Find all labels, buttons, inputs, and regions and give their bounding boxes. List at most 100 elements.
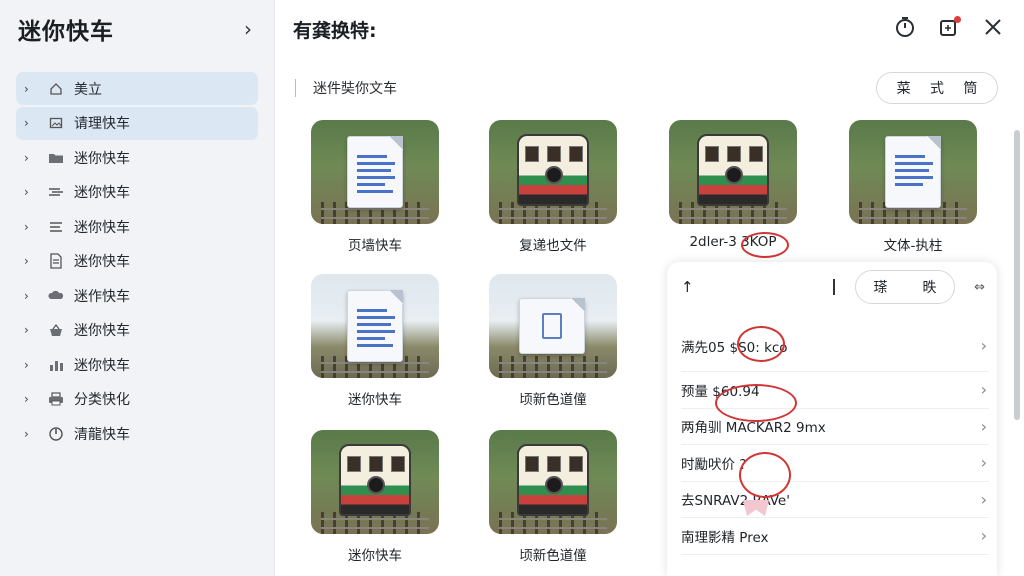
expand-arrow-icon[interactable]: › <box>24 289 38 303</box>
file-tile[interactable]: 顷新色道僮 <box>489 274 617 408</box>
sidebar-item-2[interactable]: › 迷你快车 <box>16 141 258 174</box>
basket-icon <box>48 322 64 338</box>
detail-row[interactable]: 时勵吠价 ? › <box>681 445 989 482</box>
chevron-right-icon[interactable]: › <box>981 453 987 472</box>
row-label: 南理影精 <box>681 529 735 546</box>
chevron-right-icon[interactable]: › <box>981 417 987 436</box>
network-icon <box>48 184 64 200</box>
tile-label: 复递也文件 <box>519 238 587 254</box>
header-actions <box>892 14 1006 40</box>
sidebar-item-label: 清龍快车 <box>74 426 130 443</box>
expand-arrow-icon[interactable]: › <box>24 358 38 372</box>
thumbnail <box>311 430 439 534</box>
file-tile[interactable]: 2dler-3 3KOP <box>669 120 797 250</box>
expand-arrow-icon[interactable]: › <box>24 185 38 199</box>
expand-arrow-icon[interactable]: › <box>24 392 38 406</box>
chevron-right-icon[interactable]: › <box>981 336 987 355</box>
row-value: ? <box>739 456 747 473</box>
sidebar-item-0[interactable]: › 美立 <box>16 72 258 105</box>
segment-option[interactable]: 瑹 <box>874 277 888 297</box>
tile-label: 页墙快车 <box>348 238 402 254</box>
rails-graphic <box>499 356 607 378</box>
tile-label: 顷新色道僮 <box>519 548 587 564</box>
chevron-right-icon[interactable]: › <box>981 490 987 509</box>
thumbnail <box>489 120 617 224</box>
expand-arrow-icon[interactable]: › <box>24 116 38 130</box>
gauge-icon <box>48 426 64 442</box>
tile-label: 2dler-3 3KOP <box>689 234 777 250</box>
more-icon[interactable]: ⇔ <box>974 280 985 295</box>
notification-dot <box>954 16 961 23</box>
file-tile[interactable]: 复递也文件 <box>489 120 617 254</box>
filter-label: 筒 <box>963 81 978 97</box>
main-area: 有龚换特: 迷件奘你文车 菜 式 筒 页墙快车 复递也文件 2dler-3 3K… <box>275 0 1024 576</box>
file-tile[interactable]: 迷你快车 <box>311 274 439 408</box>
sidebar-item-5[interactable]: › 迷你快车 <box>16 245 258 278</box>
chevron-right-icon[interactable]: › <box>981 526 987 545</box>
sidebar-title: 迷你快车 <box>18 19 114 45</box>
sidebar-item-4[interactable]: › 迷你快车 <box>16 210 258 243</box>
filter-button[interactable]: 菜 式 筒 <box>876 72 998 104</box>
close-icon[interactable] <box>980 14 1006 40</box>
thumbnail <box>489 274 617 378</box>
timer-icon[interactable] <box>892 14 918 40</box>
segment-option[interactable]: 昳 <box>923 277 937 297</box>
toolbar: 迷件奘你文车 菜 式 筒 <box>295 72 1000 104</box>
sidebar-list: › 美立 › 请理快车 › 迷你快车 › 迷你快车 › 迷你快车 › 迷你快车 … <box>16 72 258 452</box>
row-label: 两角驯 <box>681 420 722 437</box>
expand-arrow-icon[interactable]: › <box>24 151 38 165</box>
file-tile[interactable]: 页墙快车 <box>311 120 439 254</box>
sidebar-item-9[interactable]: › 分类快化 <box>16 383 258 416</box>
detail-row[interactable]: 满先05 $S0: kco › <box>681 320 989 372</box>
new-window-icon[interactable] <box>936 14 962 40</box>
file-tile[interactable]: 文体-执柱 <box>849 120 977 254</box>
breadcrumb: 迷件奘你文车 <box>313 81 397 97</box>
filter-label: 式 <box>929 81 944 97</box>
expand-arrow-icon[interactable]: › <box>24 427 38 441</box>
expand-arrow-icon[interactable]: › <box>24 220 38 234</box>
detail-row[interactable]: 去SNRAV2 RAVe' › <box>681 482 989 518</box>
list-icon <box>48 219 64 235</box>
sidebar-item-3[interactable]: › 迷你快车 <box>16 176 258 209</box>
sidebar-item-1[interactable]: › 请理快车 <box>16 106 258 140</box>
detail-row[interactable]: 预量 $60.94 › <box>681 372 989 409</box>
tile-label: 顷新色道僮 <box>519 392 587 408</box>
sidebar-item-10[interactable]: › 清龍快车 <box>16 417 258 450</box>
sidebar-item-label: 美立 <box>74 81 102 98</box>
row-value: MACKAR2 9mx <box>725 420 826 437</box>
sidebar-item-6[interactable]: › 迷作快车 <box>16 279 258 312</box>
document-icon <box>48 253 64 269</box>
bar-chart-icon <box>48 357 64 373</box>
thumbnail <box>311 120 439 224</box>
row-label: 时勵吠价 <box>681 456 735 473</box>
sidebar-item-7[interactable]: › 迷你快车 <box>16 314 258 347</box>
toolbar-divider <box>295 79 296 97</box>
detail-row[interactable]: 南理影精 Prex › <box>681 518 989 555</box>
expand-arrow-icon[interactable]: › <box>24 82 38 96</box>
document-icon <box>347 136 403 208</box>
file-tile[interactable]: 顷新色道僮 <box>489 430 617 564</box>
row-value: Prex <box>739 529 769 546</box>
arrow-up-icon[interactable]: ↑ <box>681 278 694 296</box>
home-icon <box>48 81 64 97</box>
expand-arrow-icon[interactable]: › <box>24 323 38 337</box>
tile-label: 迷你快车 <box>348 548 402 564</box>
detail-row[interactable]: 两角驯 MACKAR2 9mx › <box>681 409 989 445</box>
sidebar-item-label: 迷作快车 <box>74 288 130 305</box>
sidebar-item-label: 迷你快车 <box>74 219 130 236</box>
thumbnail <box>669 120 797 224</box>
train-image <box>517 134 589 206</box>
chevron-right-icon[interactable]: › <box>981 380 987 399</box>
folder-document-icon <box>519 298 585 354</box>
cloud-lock-icon <box>48 288 64 304</box>
scrollbar[interactable] <box>1014 130 1020 420</box>
view-toggle[interactable]: 瑹 昳 <box>855 270 955 304</box>
sidebar-item-8[interactable]: › 迷你快车 <box>16 348 258 381</box>
expand-arrow-icon[interactable]: › <box>24 254 38 268</box>
image-icon <box>48 115 64 131</box>
chevron-right-icon[interactable]: › <box>238 17 258 41</box>
sidebar-item-label: 迷你快车 <box>74 357 130 374</box>
file-tile[interactable]: 迷你快车 <box>311 430 439 564</box>
sidebar-item-label: 分类快化 <box>74 392 130 408</box>
thumbnail <box>489 430 617 534</box>
